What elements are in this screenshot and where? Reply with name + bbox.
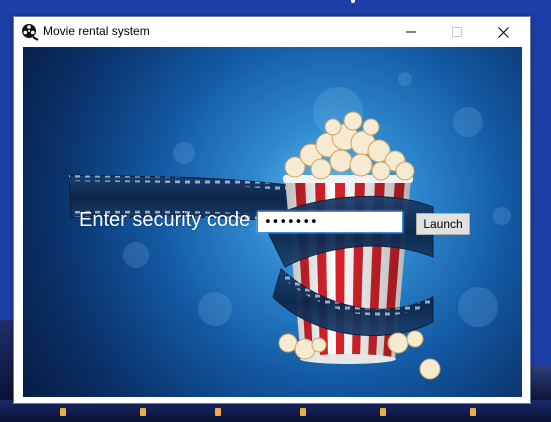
wallpaper-light [300, 408, 306, 416]
maximize-icon [452, 27, 462, 37]
wallpaper-light [140, 408, 146, 416]
security-code-label: Enter security code [79, 209, 251, 231]
security-code-input[interactable] [257, 211, 403, 233]
minimize-icon [406, 31, 416, 33]
wallpaper-light [60, 408, 66, 416]
title-bar[interactable]: Movie rental system [14, 17, 530, 47]
wallpaper-light [215, 408, 221, 416]
close-icon [497, 26, 509, 38]
wallpaper-light [380, 408, 386, 416]
maximize-button[interactable] [434, 17, 480, 47]
desktop-wallpaper-right [529, 365, 551, 405]
popcorn-pile [284, 111, 415, 181]
film-reel-icon [22, 24, 39, 41]
app-window: Movie rental system Enter security code … [13, 16, 531, 404]
splash-background: Enter security code Launch [23, 47, 522, 397]
window-title: Movie rental system [43, 24, 150, 38]
launch-button[interactable]: Launch [416, 213, 470, 235]
minimize-button[interactable] [388, 17, 434, 47]
close-button[interactable] [480, 17, 526, 47]
desktop-dot [351, 0, 355, 3]
wallpaper-light [470, 408, 476, 416]
